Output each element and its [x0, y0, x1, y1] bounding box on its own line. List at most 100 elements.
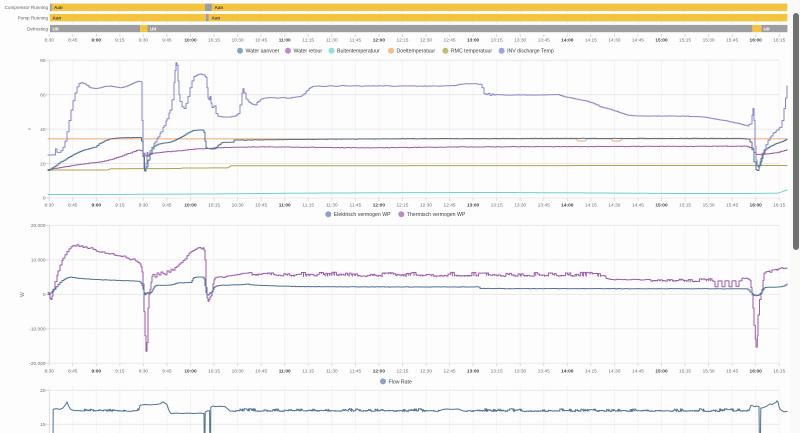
svg-text:12:30: 12:30 [420, 37, 432, 43]
svg-text:10:45: 10:45 [255, 37, 267, 43]
svg-text:15:30: 15:30 [703, 202, 715, 208]
svg-text:Aan: Aan [215, 5, 224, 10]
svg-text:11:45: 11:45 [350, 37, 362, 43]
svg-text:11:45: 11:45 [350, 202, 362, 208]
svg-text:14:00: 14:00 [561, 369, 574, 375]
svg-text:14:15: 14:15 [585, 202, 597, 208]
svg-text:14:00: 14:00 [561, 37, 574, 43]
svg-text:11:00: 11:00 [279, 37, 291, 43]
svg-text:8:45: 8:45 [68, 369, 78, 375]
svg-text:14:15: 14:15 [585, 369, 597, 375]
svg-text:13:30: 13:30 [514, 37, 526, 43]
svg-text:Water aanvoer: Water aanvoer [246, 49, 280, 55]
svg-text:Pump Running: Pump Running [18, 15, 49, 20]
svg-text:10:00: 10:00 [184, 37, 197, 43]
svg-text:10:30: 10:30 [232, 37, 244, 43]
svg-text:11:30: 11:30 [326, 37, 338, 43]
svg-text:-20.000: -20.000 [29, 361, 46, 367]
svg-text:16:15: 16:15 [773, 37, 785, 43]
svg-text:14:00: 14:00 [561, 202, 574, 208]
svg-text:15:30: 15:30 [703, 37, 715, 43]
svg-text:16:00: 16:00 [750, 37, 763, 43]
svg-text:14:45: 14:45 [632, 369, 644, 375]
svg-text:13:15: 13:15 [491, 369, 503, 375]
svg-text:Aan: Aan [212, 16, 221, 21]
svg-text:11:15: 11:15 [302, 37, 314, 43]
svg-text:8:30: 8:30 [45, 369, 55, 375]
svg-text:9:00: 9:00 [91, 202, 101, 208]
svg-text:Doeltemperatuur: Doeltemperatuur [397, 49, 436, 55]
svg-text:12:45: 12:45 [444, 37, 456, 43]
svg-text:12:00: 12:00 [373, 37, 386, 43]
svg-text:80: 80 [40, 58, 46, 64]
svg-text:13:15: 13:15 [491, 37, 503, 43]
svg-text:11:15: 11:15 [302, 202, 314, 208]
svg-text:10:45: 10:45 [255, 369, 267, 375]
svg-text:16:00: 16:00 [750, 369, 763, 375]
svg-text:12:30: 12:30 [420, 202, 432, 208]
svg-text:Compressor Running: Compressor Running [5, 5, 49, 10]
svg-text:15:00: 15:00 [655, 37, 668, 43]
svg-text:0: 0 [43, 196, 46, 202]
svg-text:14:30: 14:30 [608, 369, 620, 375]
svg-text:Uit: Uit [764, 26, 771, 31]
svg-text:15: 15 [40, 422, 46, 428]
svg-text:15:45: 15:45 [726, 369, 738, 375]
svg-text:14:45: 14:45 [632, 202, 644, 208]
svg-text:12:15: 12:15 [396, 369, 408, 375]
svg-text:Defrosting: Defrosting [27, 26, 48, 31]
svg-text:W: W [20, 292, 26, 297]
svg-text:12:00: 12:00 [373, 369, 386, 375]
svg-text:Thermisch vermogen WP: Thermisch vermogen WP [407, 212, 466, 218]
svg-text:15:45: 15:45 [726, 37, 738, 43]
svg-text:16:15: 16:15 [773, 202, 785, 208]
svg-text:10:15: 10:15 [208, 369, 220, 375]
svg-text:12:45: 12:45 [444, 369, 456, 375]
svg-text:8:45: 8:45 [68, 37, 78, 43]
svg-text:Buitentemperatuur: Buitentemperatuur [337, 49, 380, 55]
svg-text:9:15: 9:15 [115, 37, 125, 43]
svg-text:12:15: 12:15 [396, 37, 408, 43]
svg-text:20: 20 [40, 388, 46, 394]
svg-text:13:30: 13:30 [514, 202, 526, 208]
svg-text:9:45: 9:45 [162, 37, 172, 43]
svg-text:13:00: 13:00 [467, 37, 480, 43]
svg-text:11:00: 11:00 [279, 202, 291, 208]
svg-text:15:15: 15:15 [679, 369, 691, 375]
svg-text:13:45: 13:45 [538, 202, 550, 208]
svg-text:12:00: 12:00 [373, 202, 386, 208]
svg-text:12:45: 12:45 [444, 202, 456, 208]
svg-text:15:00: 15:00 [655, 369, 668, 375]
svg-text:9:30: 9:30 [139, 37, 149, 43]
svg-text:11:30: 11:30 [326, 202, 338, 208]
svg-text:10:30: 10:30 [232, 369, 244, 375]
svg-text:14:45: 14:45 [632, 37, 644, 43]
svg-text:10:00: 10:00 [184, 202, 197, 208]
svg-text:13:30: 13:30 [514, 369, 526, 375]
svg-text:Aan: Aan [53, 16, 62, 21]
svg-text:8:45: 8:45 [68, 202, 78, 208]
svg-text:RMC temperatuur: RMC temperatuur [451, 49, 492, 55]
svg-text:13:45: 13:45 [538, 37, 550, 43]
svg-text:16:15: 16:15 [773, 369, 785, 375]
svg-text:20: 20 [40, 161, 46, 167]
svg-text:9:15: 9:15 [115, 369, 125, 375]
svg-text:20.000: 20.000 [31, 223, 46, 229]
svg-text:15:00: 15:00 [655, 202, 668, 208]
svg-text:Water retour: Water retour [294, 49, 323, 55]
svg-text:10:45: 10:45 [255, 202, 267, 208]
svg-text:INV discharge Temp: INV discharge Temp [507, 49, 554, 55]
svg-text:12:15: 12:15 [396, 202, 408, 208]
svg-text:14:15: 14:15 [585, 37, 597, 43]
svg-text:13:45: 13:45 [538, 369, 550, 375]
svg-text:10:15: 10:15 [208, 202, 220, 208]
svg-text:14:30: 14:30 [608, 202, 620, 208]
svg-text:10.000: 10.000 [31, 258, 46, 264]
svg-text:9:30: 9:30 [139, 202, 149, 208]
svg-text:11:00: 11:00 [279, 369, 291, 375]
svg-text:10:00: 10:00 [184, 369, 197, 375]
svg-text:15:30: 15:30 [703, 369, 715, 375]
svg-text:°: ° [27, 127, 35, 130]
svg-text:10:30: 10:30 [232, 202, 244, 208]
svg-text:15:45: 15:45 [726, 202, 738, 208]
